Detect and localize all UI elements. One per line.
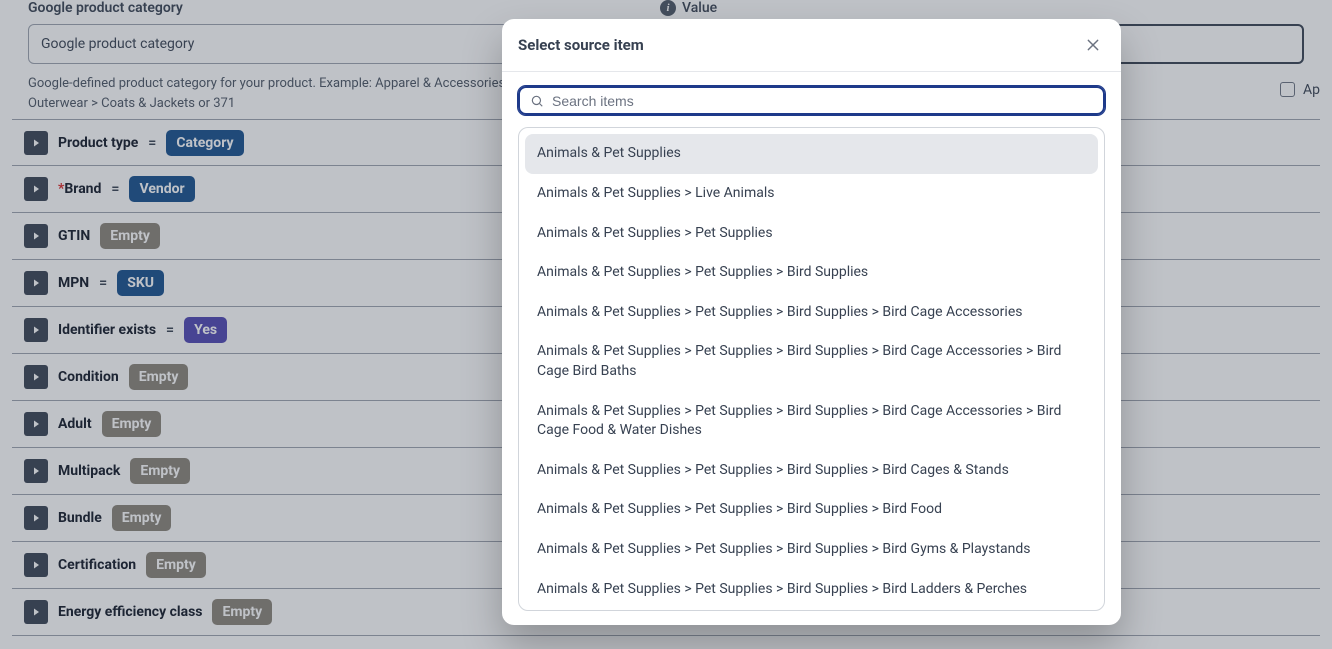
option-item[interactable]: Animals & Pet Supplies > Pet Supplies > … xyxy=(525,392,1098,451)
option-item[interactable]: Animals & Pet Supplies > Pet Supplies xyxy=(525,214,1098,254)
option-item[interactable]: Animals & Pet Supplies > Live Animals xyxy=(525,174,1098,214)
search-input[interactable] xyxy=(552,93,1093,109)
modal-body: Animals & Pet SuppliesAnimals & Pet Supp… xyxy=(502,72,1121,625)
close-icon xyxy=(1085,37,1101,53)
option-item[interactable]: Animals & Pet Supplies > Pet Supplies > … xyxy=(525,490,1098,530)
option-item[interactable]: Animals & Pet Supplies > Pet Supplies > … xyxy=(525,530,1098,570)
option-item[interactable]: Animals & Pet Supplies > Pet Supplies > … xyxy=(525,451,1098,491)
search-icon xyxy=(530,94,544,108)
modal-header: Select source item xyxy=(502,19,1121,72)
option-item[interactable]: Animals & Pet Supplies > Pet Supplies > … xyxy=(525,332,1098,391)
option-item[interactable]: Animals & Pet Supplies > Pet Supplies > … xyxy=(525,570,1098,610)
page-root: Google product category i Value Google p… xyxy=(0,0,1332,649)
option-item[interactable]: Animals & Pet Supplies xyxy=(525,134,1098,174)
options-list: Animals & Pet SuppliesAnimals & Pet Supp… xyxy=(518,127,1105,611)
modal-title: Select source item xyxy=(518,36,644,54)
close-button[interactable] xyxy=(1081,33,1105,57)
option-item[interactable]: Animals & Pet Supplies > Pet Supplies > … xyxy=(525,293,1098,333)
search-field-wrap[interactable] xyxy=(518,86,1105,115)
option-item[interactable]: Animals & Pet Supplies > Pet Supplies > … xyxy=(525,253,1098,293)
option-item[interactable]: Animals & Pet Supplies > Pet Supplies > … xyxy=(525,609,1098,611)
select-source-modal: Select source item Animals & Pet Supplie… xyxy=(502,19,1121,625)
